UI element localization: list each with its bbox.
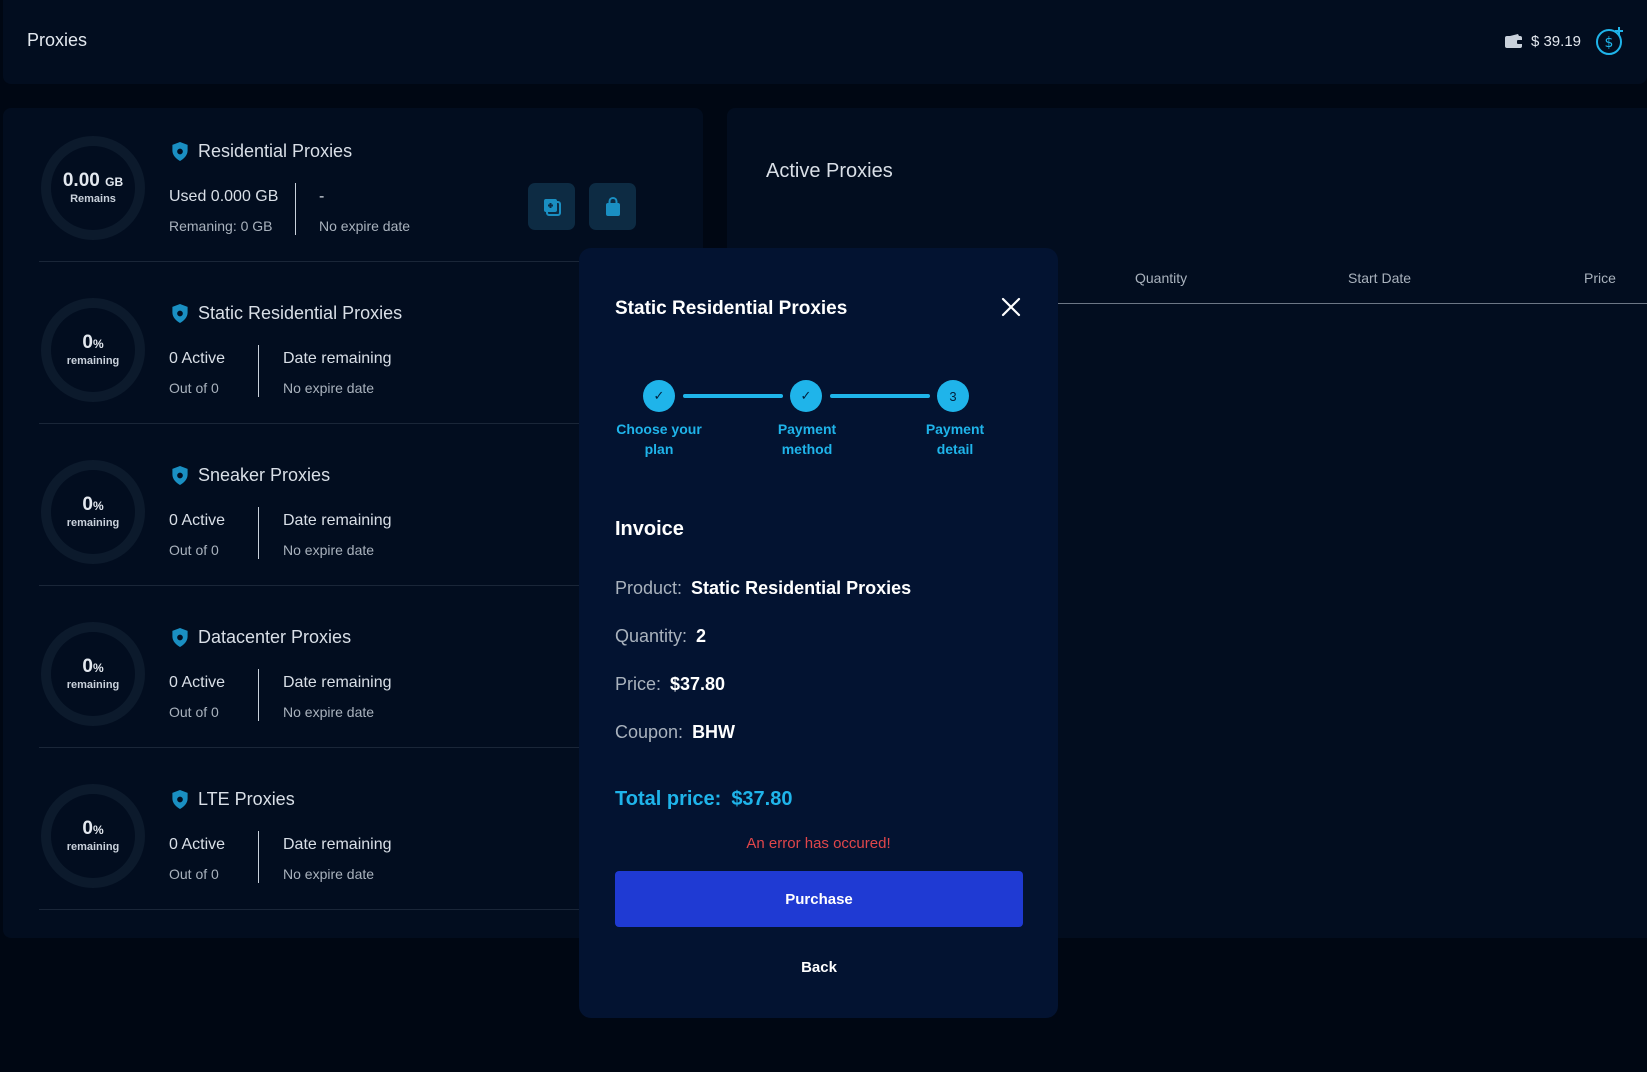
page-title: Proxies: [27, 30, 88, 50]
divider: [258, 507, 259, 559]
shield-icon: [172, 142, 188, 161]
stat-date: Date remaining: [283, 512, 392, 529]
card-title-text: Static Residential Proxies: [198, 303, 403, 323]
stat-out-of: Out of 0: [169, 380, 219, 396]
ring-value: 0: [82, 494, 93, 515]
ring-unit: GB: [105, 175, 124, 189]
step-3-current: 3: [937, 380, 969, 412]
ring-caption: remaining: [66, 679, 120, 691]
balance-area: $ 39.19 $: [1504, 26, 1625, 56]
divider: [258, 831, 259, 883]
total-label: Total price:: [615, 788, 722, 810]
ring-caption: remaining: [66, 841, 120, 853]
close-icon[interactable]: [1000, 296, 1022, 318]
purchase-modal: Static Residential Proxies ✓ ✓ 3 Choose …: [579, 248, 1058, 1018]
card-title-text: LTE Proxies: [198, 789, 295, 809]
buy-button[interactable]: [589, 183, 636, 230]
shield-icon: [172, 790, 188, 809]
top-up-button[interactable]: [528, 183, 575, 230]
wallet-icon: [1504, 34, 1523, 48]
usage-ring: 0% remaining: [41, 784, 145, 888]
stat-date: Date remaining: [283, 350, 392, 367]
stat-expiry: No expire date: [283, 542, 375, 558]
ring-unit: %: [92, 499, 104, 513]
stat-expiry: No expire date: [319, 218, 411, 234]
card-title: Datacenter Proxies: [171, 627, 351, 648]
stat-out-of: Out of 0: [169, 704, 219, 720]
stat-date: Date remaining: [283, 674, 392, 691]
invoice-row-coupon: Coupon: BHW: [615, 722, 736, 742]
stat-active: 0 Active: [169, 350, 226, 367]
invoice-row-quantity: Quantity: 2: [615, 626, 707, 646]
card-title: Residential Proxies: [171, 141, 352, 162]
divider: [258, 669, 259, 721]
ring-value: 0: [82, 332, 93, 353]
divider: [258, 345, 259, 397]
ring-caption: remaining: [66, 355, 120, 367]
total-value: $37.80: [731, 788, 793, 810]
stat-date: Date remaining: [283, 836, 392, 853]
column-header-price[interactable]: Price: [1584, 270, 1616, 286]
ring-value: 0: [82, 818, 93, 839]
top-header: Proxies $ 39.19 $: [3, 0, 1647, 84]
shopping-bag-icon: [605, 196, 620, 216]
stat-date: -: [319, 188, 325, 205]
divider: [295, 183, 296, 235]
usage-ring: 0% remaining: [41, 298, 145, 402]
stat-active: 0 Active: [169, 836, 226, 853]
step-2-complete: ✓: [790, 380, 822, 412]
svg-text:$: $: [1605, 35, 1614, 51]
card-title: Sneaker Proxies: [171, 465, 330, 486]
shield-icon: [172, 304, 188, 323]
stat-expiry: No expire date: [283, 704, 375, 720]
error-message: An error has occured!: [746, 835, 891, 852]
card-title-text: Datacenter Proxies: [198, 627, 352, 647]
invoice-row-product: Product: Static Residential Proxies: [615, 578, 912, 598]
column-header-quantity[interactable]: Quantity: [1135, 270, 1187, 286]
proxy-card-residential: 0.00 GB Remains Residential Proxies Used…: [39, 108, 679, 270]
step-1-complete: ✓: [643, 380, 675, 412]
stat-expiry: No expire date: [283, 866, 375, 882]
card-title-text: Residential Proxies: [198, 141, 353, 161]
stat-used: Used 0.000 GB: [169, 188, 279, 205]
step-connector: [683, 394, 783, 398]
card-title: LTE Proxies: [171, 789, 295, 810]
active-proxies-title: Active Proxies: [766, 160, 893, 182]
purchase-button[interactable]: Purchase: [615, 871, 1023, 927]
step-1-label: Choose your plan: [616, 421, 702, 457]
ring-unit: %: [92, 823, 104, 837]
usage-ring: 0.00 GB Remains: [41, 136, 145, 240]
shield-icon: [172, 466, 188, 485]
card-title-text: Sneaker Proxies: [198, 465, 331, 485]
back-button[interactable]: Back: [615, 953, 1023, 983]
card-title: Static Residential Proxies: [171, 303, 402, 324]
total-price: Total price: $37.80: [615, 788, 792, 811]
ring-caption: remaining: [66, 517, 120, 529]
top-up-icon: [543, 198, 561, 216]
stat-expiry: No expire date: [283, 380, 375, 396]
step-3-label: Payment detail: [925, 421, 985, 457]
ring-value: 0.00: [62, 170, 100, 191]
modal-title: Static Residential Proxies: [615, 298, 848, 319]
usage-ring: 0% remaining: [41, 622, 145, 726]
shield-icon: [172, 628, 188, 647]
stat-remaining: Remaning: 0 GB: [169, 218, 273, 234]
invoice-row-price: Price: $37.80: [615, 674, 726, 694]
stat-out-of: Out of 0: [169, 866, 219, 882]
add-funds-icon[interactable]: $: [1595, 26, 1625, 56]
column-header-start-date[interactable]: Start Date: [1348, 270, 1411, 286]
stat-active: 0 Active: [169, 674, 226, 691]
ring-value: 0: [82, 656, 93, 677]
balance-amount: $ 39.19: [1530, 32, 1581, 50]
ring-caption: Remains: [70, 193, 116, 205]
usage-ring: 0% remaining: [41, 460, 145, 564]
ring-unit: %: [92, 661, 104, 675]
ring-unit: %: [92, 337, 104, 351]
stat-active: 0 Active: [169, 512, 226, 529]
step-connector: [830, 394, 930, 398]
invoice-heading: Invoice: [615, 518, 684, 540]
step-2-label: Payment method: [777, 421, 837, 457]
stat-out-of: Out of 0: [169, 542, 219, 558]
